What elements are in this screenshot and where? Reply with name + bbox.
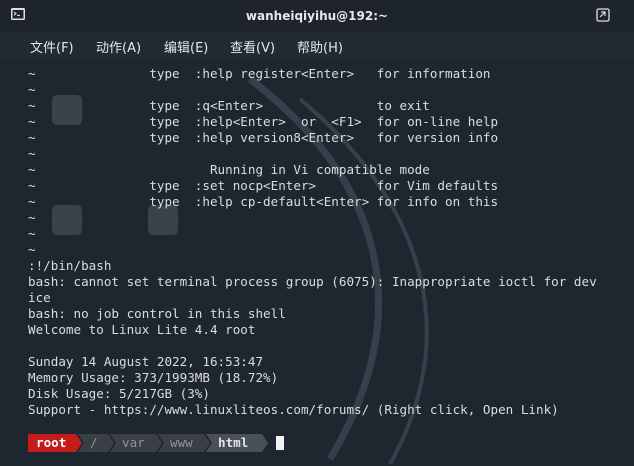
terminal-line: ~ — [28, 82, 36, 97]
menu-help[interactable]: 帮助(H) — [297, 37, 343, 56]
terminal-line: :!/bin/bash — [28, 258, 112, 273]
prompt-user: root — [28, 434, 82, 452]
terminal-line: ~ type :help version8<Enter> for version… — [28, 130, 499, 145]
prompt-path-segment: var — [110, 434, 162, 452]
terminal-line: ~ type :help<Enter> or <F1> for on-line … — [28, 114, 499, 129]
terminal-line: ~ type :set nocp<Enter> for Vim defaults — [28, 178, 499, 193]
menu-view[interactable]: 查看(V) — [230, 37, 275, 56]
menu-bar: 文件(F) 动作(A) 编辑(E) 查看(V) 帮助(H) — [0, 32, 634, 59]
terminal-line: bash: no job control in this shell — [28, 306, 286, 321]
terminal-line: Sunday 14 August 2022, 16:53:47 — [28, 354, 264, 369]
window-title: wanheiqiyihu@192:~ — [245, 9, 389, 23]
terminal-line: ~ — [28, 242, 36, 257]
terminal-line: ice — [28, 290, 51, 305]
prompt-current-dir: html — [206, 434, 268, 452]
terminal-line: ~ type :help cp-default<Enter> for info … — [28, 194, 499, 209]
terminal-line: bash: cannot set terminal process group … — [28, 274, 597, 289]
terminal-line: Support - https://www.linuxliteos.com/fo… — [28, 402, 559, 417]
terminal-line: ~ type :q<Enter> to exit — [28, 98, 430, 113]
terminal-line: Disk Usage: 5/217GB (3%) — [28, 386, 210, 401]
terminal-line: ~ — [28, 146, 36, 161]
prompt-path-segment: www — [158, 434, 210, 452]
terminal-output[interactable]: ~ type :help register<Enter> for informa… — [0, 59, 634, 466]
restore-window-icon[interactable] — [596, 8, 610, 22]
terminal-line: ~ Running in Vi compatible mode — [28, 162, 430, 177]
menu-file[interactable]: 文件(F) — [30, 37, 74, 56]
window-titlebar[interactable]: wanheiqiyihu@192:~ — [0, 0, 634, 32]
terminal-line: ~ — [28, 210, 36, 225]
terminal-line: Welcome to Linux Lite 4.4 root — [28, 322, 256, 337]
terminal-line: ~ — [28, 226, 36, 241]
menu-action[interactable]: 动作(A) — [96, 37, 141, 56]
text-cursor — [276, 436, 284, 450]
menu-edit[interactable]: 编辑(E) — [164, 37, 208, 56]
terminal-line: Memory Usage: 373/1993MB (18.72%) — [28, 370, 279, 385]
terminal-line: ~ type :help register<Enter> for informa… — [28, 66, 491, 81]
